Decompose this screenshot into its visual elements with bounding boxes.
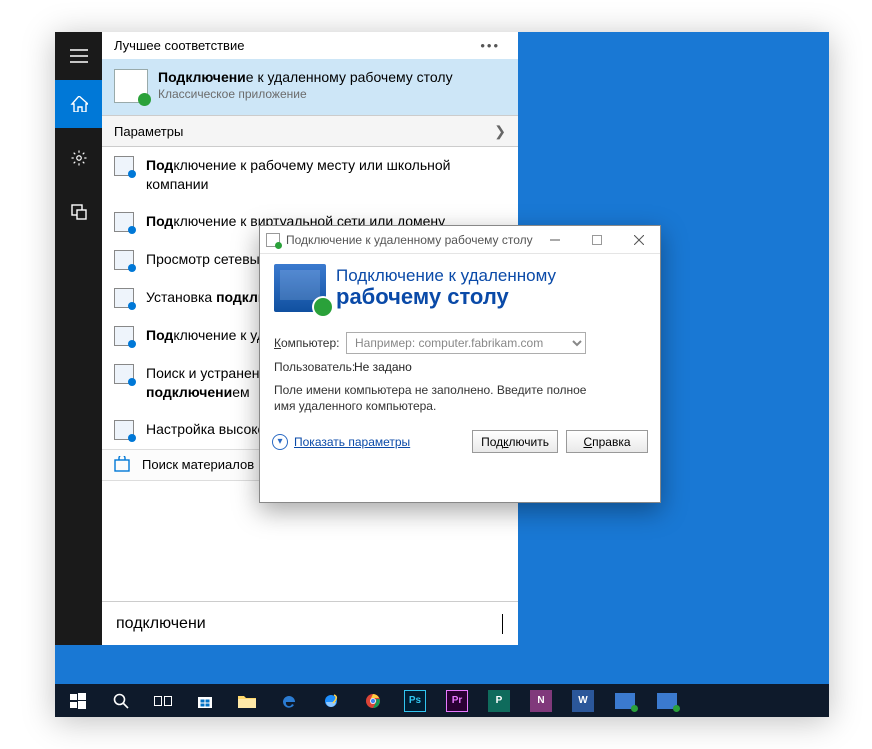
start-menu-rail bbox=[55, 32, 102, 645]
best-match-title: Подключение к удаленному рабочему столу bbox=[158, 69, 453, 85]
edge-icon[interactable] bbox=[268, 684, 310, 717]
best-match-subtitle: Классическое приложение bbox=[158, 87, 453, 101]
connect-icon[interactable] bbox=[55, 188, 102, 236]
result-text: Подключение к рабочему месту или школьно… bbox=[146, 156, 506, 194]
rdp-title-text: Подключение к удаленному рабочему столу bbox=[286, 233, 533, 247]
rdp-banner-line1: Подключение к удаленному bbox=[336, 266, 556, 286]
settings-item-icon bbox=[114, 212, 134, 232]
rdp-help-text: Поле имени компьютера не заполнено. Введ… bbox=[274, 382, 594, 414]
settings-category-label: Параметры bbox=[114, 124, 183, 139]
rdp-app-icon bbox=[114, 69, 148, 103]
ie-icon[interactable] bbox=[310, 684, 352, 717]
hamburger-icon[interactable] bbox=[55, 32, 102, 80]
store-icon bbox=[114, 456, 132, 474]
search-input[interactable] bbox=[116, 615, 504, 633]
best-match-header: Лучшее соответствие ••• bbox=[102, 32, 518, 59]
user-label: Пользователь: bbox=[274, 360, 346, 374]
connect-button[interactable]: Подключить bbox=[472, 430, 558, 453]
text-cursor bbox=[502, 614, 503, 634]
maximize-button[interactable] bbox=[576, 226, 618, 254]
rdp-dialog: Подключение к удаленному рабочему столу … bbox=[259, 225, 661, 503]
rdp-title-icon bbox=[266, 233, 280, 247]
more-icon[interactable]: ••• bbox=[480, 38, 506, 53]
chevron-down-icon: ▾ bbox=[272, 434, 288, 450]
settings-item-icon bbox=[114, 364, 134, 384]
result-item[interactable]: Подключение к рабочему месту или школьно… bbox=[102, 147, 518, 203]
minimize-button[interactable] bbox=[534, 226, 576, 254]
user-value: Не задано bbox=[354, 360, 412, 374]
best-match-label: Лучшее соответствие bbox=[114, 38, 244, 53]
settings-gear-icon[interactable] bbox=[55, 134, 102, 182]
settings-item-icon bbox=[114, 420, 134, 440]
settings-category-header[interactable]: Параметры ❯ bbox=[102, 115, 518, 147]
computer-combobox[interactable]: Например: computer.fabrikam.com bbox=[346, 332, 586, 354]
rdp-task-icon2[interactable] bbox=[646, 684, 688, 717]
explorer-icon[interactable] bbox=[226, 684, 268, 717]
search-row[interactable] bbox=[102, 601, 518, 645]
show-options-label: Показать параметры bbox=[294, 435, 410, 449]
store-app-icon[interactable] bbox=[184, 684, 226, 717]
rdp-titlebar[interactable]: Подключение к удаленному рабочему столу bbox=[260, 226, 660, 254]
start-button[interactable] bbox=[55, 684, 100, 717]
publisher-icon[interactable]: P bbox=[478, 684, 520, 717]
home-icon[interactable] bbox=[55, 80, 102, 128]
store-label: Поиск материалов bbox=[142, 457, 254, 472]
settings-item-icon bbox=[114, 156, 134, 176]
photoshop-icon[interactable]: Ps bbox=[394, 684, 436, 717]
settings-item-icon bbox=[114, 326, 134, 346]
rdp-banner-icon bbox=[274, 264, 326, 312]
close-button[interactable] bbox=[618, 226, 660, 254]
taskbar: Ps Pr P N W bbox=[55, 684, 829, 717]
rdp-banner: Подключение к удаленному рабочему столу bbox=[260, 254, 660, 324]
help-button[interactable]: Справка bbox=[566, 430, 648, 453]
settings-item-icon bbox=[114, 288, 134, 308]
task-view-button[interactable] bbox=[142, 684, 184, 717]
show-options-link[interactable]: ▾ Показать параметры bbox=[272, 434, 410, 450]
computer-label: Компьютер: bbox=[274, 336, 346, 350]
chevron-right-icon: ❯ bbox=[494, 123, 506, 140]
onenote-icon[interactable]: N bbox=[520, 684, 562, 717]
best-match-item[interactable]: Подключение к удаленному рабочему столу … bbox=[102, 59, 518, 115]
chrome-icon[interactable] bbox=[352, 684, 394, 717]
search-task-button[interactable] bbox=[100, 684, 142, 717]
settings-item-icon bbox=[114, 250, 134, 270]
premiere-icon[interactable]: Pr bbox=[436, 684, 478, 717]
rdp-task-icon1[interactable] bbox=[604, 684, 646, 717]
word-icon[interactable]: W bbox=[562, 684, 604, 717]
rdp-banner-line2: рабочему столу bbox=[336, 284, 556, 310]
